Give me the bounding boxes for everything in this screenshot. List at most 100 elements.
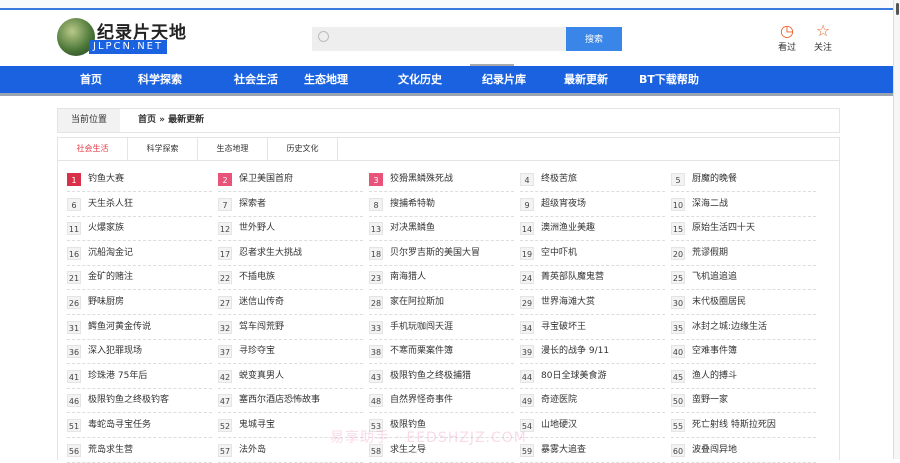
search-button[interactable]: 搜索 <box>566 27 622 51</box>
list-item[interactable]: 25 飞机追追追 <box>671 266 816 291</box>
search-input[interactable] <box>312 27 566 51</box>
list-item[interactable]: 39 漫长的战争 9/11 <box>520 340 665 365</box>
list-item[interactable]: 23 南海猎人 <box>369 266 514 291</box>
list-item[interactable]: 21 金矿的赌注 <box>67 266 212 291</box>
item-title[interactable]: 狡猾黑鳞殊死战 <box>390 168 453 190</box>
list-item[interactable]: 37 寻珍夺宝 <box>218 340 363 365</box>
list-item[interactable]: 35 冰封之城:边缘生活 <box>671 316 816 340</box>
item-title[interactable]: 金矿的赌注 <box>88 266 133 288</box>
item-title[interactable]: 珍珠港 75年后 <box>88 365 147 387</box>
item-title[interactable]: 末代极圈居民 <box>692 291 746 313</box>
item-title[interactable]: 蛮野一家 <box>692 389 728 411</box>
item-title[interactable]: 荒谬假期 <box>692 242 728 264</box>
item-title[interactable]: 死亡射线 特斯拉死因 <box>692 414 776 436</box>
nav-item[interactable]: 科学探索 <box>138 66 182 94</box>
item-title[interactable]: 鳄鱼河黄金传说 <box>88 316 151 338</box>
list-item[interactable]: 48 自然界怪奇事件 <box>369 389 514 414</box>
item-title[interactable]: 暴雾大追查 <box>541 439 586 461</box>
nav-item[interactable]: 首页 <box>80 66 102 94</box>
item-title[interactable]: 野味厨房 <box>88 291 124 313</box>
item-title[interactable]: 塞西尔酒店恐怖故事 <box>239 389 320 411</box>
nav-item[interactable]: 文化历史 <box>398 66 442 94</box>
list-item[interactable]: 34 寻宝破坏王 <box>520 316 665 340</box>
item-title[interactable]: 空中吓机 <box>541 242 577 264</box>
item-title[interactable]: 贝尔罗吉斯的美国大冒 <box>390 242 480 264</box>
list-item[interactable]: 32 驾车闯荒野 <box>218 316 363 340</box>
item-title[interactable]: 忍者求生大挑战 <box>239 242 302 264</box>
item-title[interactable]: 超级宵夜场 <box>541 193 586 215</box>
item-title[interactable]: 空难事件簿 <box>692 340 737 362</box>
list-item[interactable]: 44 80日全球美食游 <box>520 365 665 389</box>
item-title[interactable]: 漫长的战争 9/11 <box>541 340 609 362</box>
list-item[interactable]: 40 空难事件簿 <box>671 340 816 365</box>
list-item[interactable]: 33 手机玩咖闯天涯 <box>369 316 514 340</box>
item-title[interactable]: 法外岛 <box>239 439 266 461</box>
item-title[interactable]: 世外野人 <box>239 217 275 239</box>
list-item[interactable]: 15 原始生活四十天 <box>671 217 816 242</box>
nav-item[interactable]: 纪录片库 <box>482 66 526 94</box>
history-button[interactable]: ◷ 看过 <box>772 22 802 54</box>
item-title[interactable]: 对决黑鳞鱼 <box>390 217 435 239</box>
list-item[interactable]: 1 钓鱼大赛 <box>67 168 212 192</box>
item-title[interactable]: 探索者 <box>239 193 266 215</box>
list-item[interactable]: 26 野味厨房 <box>67 291 212 315</box>
nav-item[interactable]: 最新更新 <box>564 66 608 94</box>
site-logo[interactable]: 纪录片天地 JLPCN.NET <box>57 18 187 58</box>
list-item[interactable]: 28 家在阿拉斯加 <box>369 291 514 315</box>
list-item[interactable]: 12 世外野人 <box>218 217 363 242</box>
item-title[interactable]: 山地硬汉 <box>541 414 577 436</box>
scrollbar-thumb[interactable] <box>896 3 899 15</box>
list-item[interactable]: 22 不插电族 <box>218 266 363 291</box>
item-title[interactable]: 迷信山传奇 <box>239 291 284 313</box>
item-title[interactable]: 荒岛求生营 <box>88 439 133 461</box>
item-title[interactable]: 手机玩咖闯天涯 <box>390 316 453 338</box>
list-item[interactable]: 43 极限钓鱼之终极捕猎 <box>369 365 514 389</box>
item-title[interactable]: 沉船淘金记 <box>88 242 133 264</box>
item-title[interactable]: 火爆家族 <box>88 217 124 239</box>
list-item[interactable]: 3 狡猾黑鳞殊死战 <box>369 168 514 192</box>
list-item[interactable]: 14 澳洲渔业美趣 <box>520 217 665 242</box>
item-title[interactable]: 渔人的搏斗 <box>692 365 737 387</box>
list-item[interactable]: 2 保卫美国首府 <box>218 168 363 192</box>
item-title[interactable]: 钓鱼大赛 <box>88 168 124 190</box>
list-item[interactable]: 54 山地硬汉 <box>520 414 665 438</box>
list-item[interactable]: 51 毒蛇岛寻宝任务 <box>67 414 212 438</box>
item-title[interactable]: 冰封之城:边缘生活 <box>692 316 767 338</box>
list-item[interactable]: 42 蜕变真男人 <box>218 365 363 389</box>
list-item[interactable]: 50 蛮野一家 <box>671 389 816 414</box>
item-title[interactable]: 深海二战 <box>692 193 728 215</box>
item-title[interactable]: 厨魔的晚餐 <box>692 168 737 190</box>
tab[interactable]: 生态地理 <box>198 138 268 160</box>
item-title[interactable]: 寻宝破坏王 <box>541 316 586 338</box>
item-title[interactable]: 保卫美国首府 <box>239 168 293 190</box>
list-item[interactable]: 4 终极苦旅 <box>520 168 665 192</box>
list-item[interactable]: 38 不寒而栗案件簿 <box>369 340 514 365</box>
follow-button[interactable]: ☆ 关注 <box>808 22 838 54</box>
item-title[interactable]: 鬼城寻宝 <box>239 414 275 436</box>
list-item[interactable]: 5 厨魔的晚餐 <box>671 168 816 192</box>
item-title[interactable]: 深入犯罪现场 <box>88 340 142 362</box>
item-title[interactable]: 原始生活四十天 <box>692 217 755 239</box>
list-item[interactable]: 55 死亡射线 特斯拉死因 <box>671 414 816 438</box>
nav-item[interactable]: 社会生活 <box>234 66 278 94</box>
list-item[interactable]: 36 深入犯罪现场 <box>67 340 212 365</box>
item-title[interactable]: 菁英部队魔鬼营 <box>541 266 604 288</box>
list-item[interactable]: 16 沉船淘金记 <box>67 242 212 266</box>
list-item[interactable]: 19 空中吓机 <box>520 242 665 266</box>
scrollbar[interactable] <box>893 0 900 459</box>
list-item[interactable]: 6 天生杀人狂 <box>67 193 212 217</box>
item-title[interactable]: 蜕变真男人 <box>239 365 284 387</box>
list-item[interactable]: 27 迷信山传奇 <box>218 291 363 315</box>
item-title[interactable]: 搜捕希特勒 <box>390 193 435 215</box>
list-item[interactable]: 29 世界海滩大赏 <box>520 291 665 315</box>
list-item[interactable]: 10 深海二战 <box>671 193 816 217</box>
tab[interactable]: 社会生活 <box>58 138 128 160</box>
list-item[interactable]: 45 渔人的搏斗 <box>671 365 816 389</box>
item-title[interactable]: 极限钓鱼之终极钓客 <box>88 389 169 411</box>
item-title[interactable]: 奇迹医院 <box>541 389 577 411</box>
list-item[interactable]: 46 极限钓鱼之终极钓客 <box>67 389 212 414</box>
item-title[interactable]: 终极苦旅 <box>541 168 577 190</box>
item-title[interactable]: 波叠闯异地 <box>692 439 737 461</box>
breadcrumb-path[interactable]: 首页 » 最新更新 <box>138 109 204 132</box>
item-title[interactable]: 不寒而栗案件簿 <box>390 340 453 362</box>
